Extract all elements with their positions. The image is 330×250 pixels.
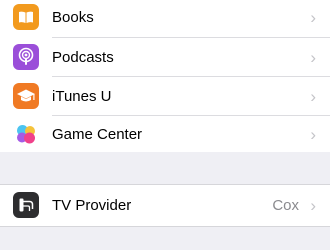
chevron-right-icon: › — [310, 87, 316, 106]
podcasts-label: Podcasts — [52, 49, 114, 66]
settings-row-itunes-u[interactable]: iTunes U › — [0, 77, 330, 115]
tv-provider-icon — [13, 192, 39, 218]
itunes-u-icon — [13, 83, 39, 109]
tv-provider-group: TV Provider Cox › — [0, 184, 330, 227]
game-center-label: Game Center — [52, 126, 143, 143]
chevron-right-icon: › — [310, 125, 316, 144]
settings-row-books[interactable]: Books › — [0, 0, 330, 36]
itunes-u-label: iTunes U — [52, 88, 112, 105]
game-center-icon — [13, 121, 39, 147]
podcasts-icon — [13, 44, 39, 70]
tv-provider-label: TV Provider — [52, 197, 132, 214]
settings-row-game-center[interactable]: Game Center › — [0, 115, 330, 153]
chevron-right-icon: › — [310, 196, 316, 215]
settings-row-podcasts[interactable]: Podcasts › — [0, 38, 330, 76]
settings-row-tv-provider[interactable]: TV Provider Cox › — [0, 186, 330, 224]
chevron-right-icon: › — [310, 48, 316, 67]
books-icon — [13, 4, 39, 30]
chevron-right-icon: › — [310, 8, 316, 27]
tv-provider-value: Cox — [272, 197, 299, 214]
books-label: Books — [52, 9, 94, 26]
apps-settings-group: Books › Podcasts › iTunes U › Game Cente… — [0, 0, 330, 152]
